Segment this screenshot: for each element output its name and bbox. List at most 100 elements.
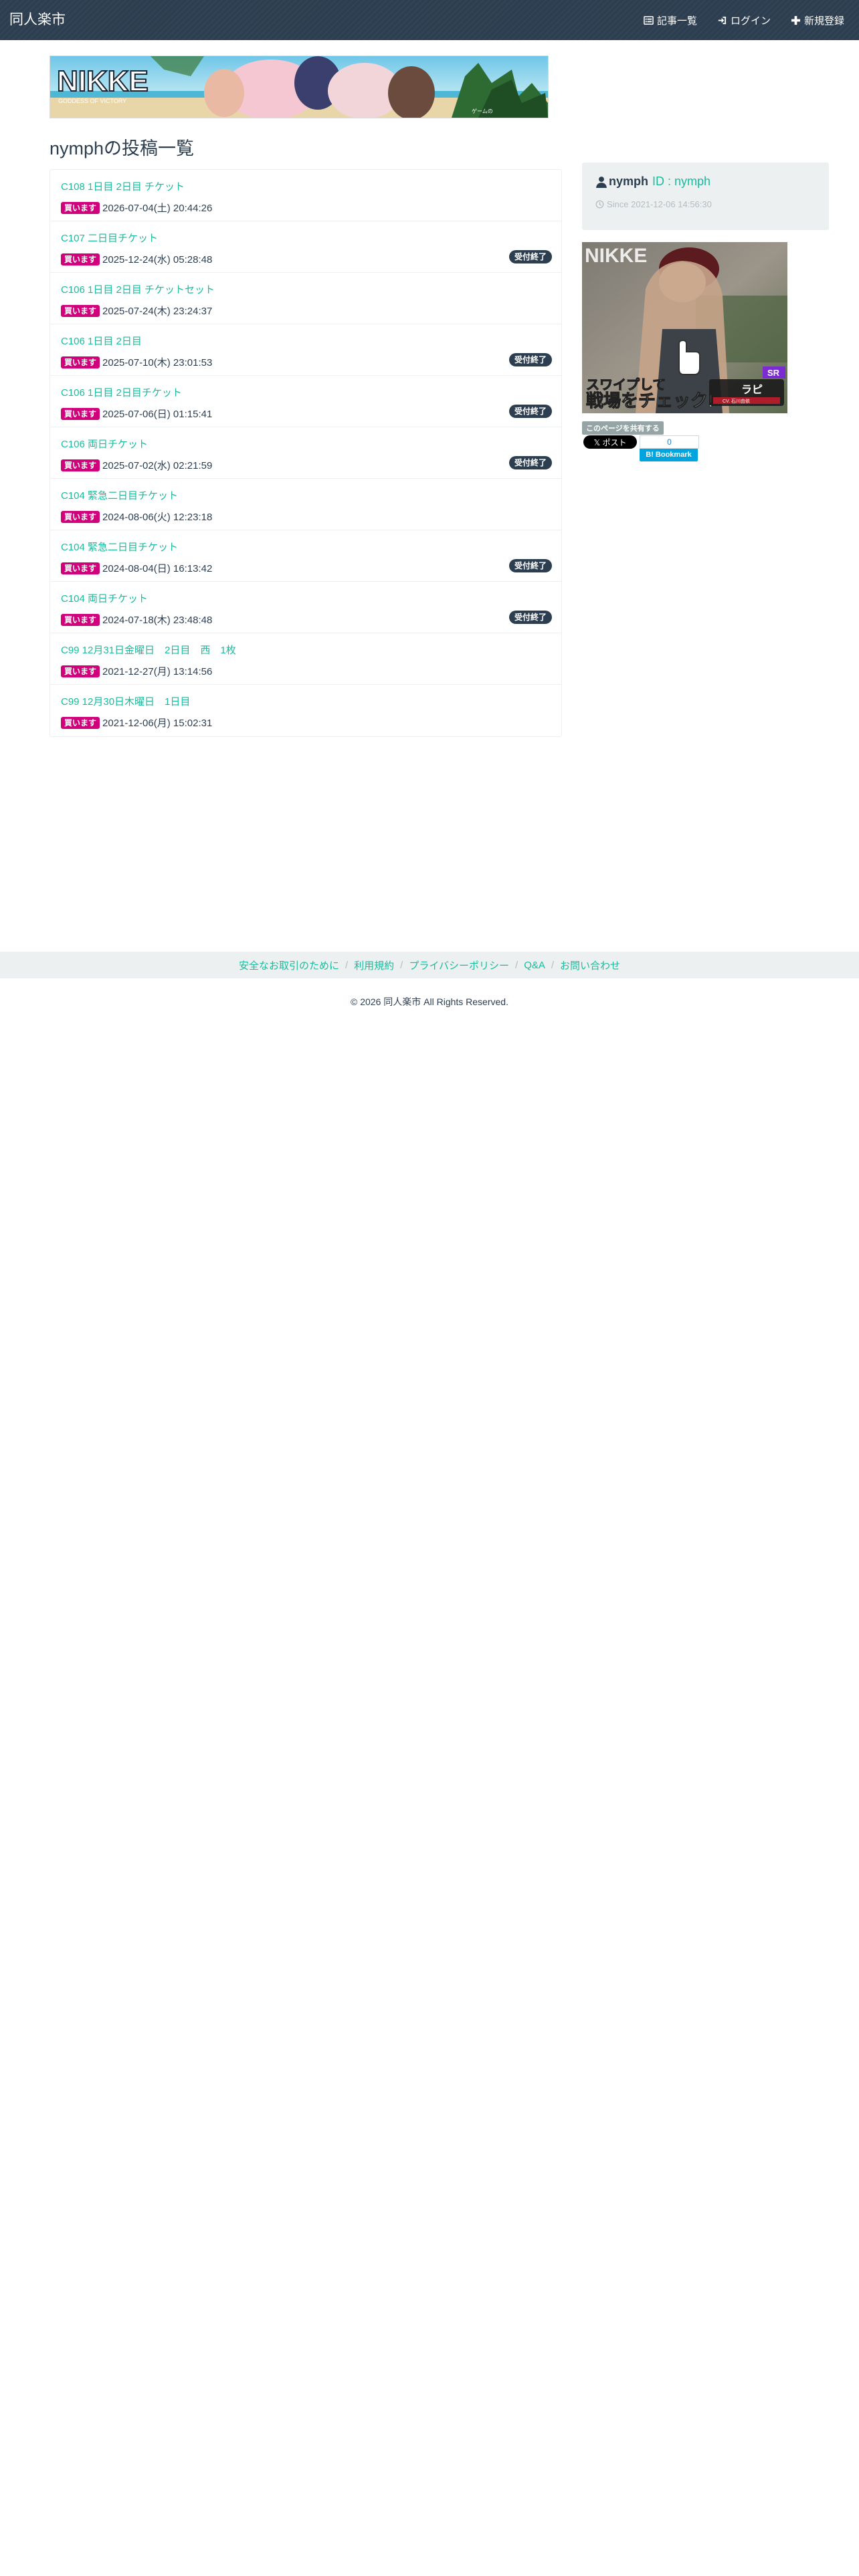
nav-item-article-list[interactable]: 記事一覧	[644, 13, 697, 27]
nav-item-label: ログイン	[730, 15, 771, 27]
post-meta: 買います 2026-07-04(土) 20:44:26	[61, 201, 212, 215]
buy-badge: 買います	[61, 613, 100, 626]
post-meta: 買います 2024-08-06(火) 12:23:18	[61, 510, 212, 524]
post-date: 2025-07-02(水) 02:21:59	[102, 460, 213, 471]
post-list-item: C107 二日目チケット 買います 2025-12-24(水) 05:28:48 …	[50, 221, 561, 273]
banner-caption: ゲームの	[472, 108, 493, 114]
post-meta: 買います 2021-12-27(月) 13:14:56	[61, 664, 212, 678]
profile-user-id: ID : nymph	[652, 175, 711, 188]
nikke-logo-subtitle: GODDESS OF VICTORY	[58, 98, 126, 104]
nav-item-login[interactable]: ログイン	[717, 13, 771, 27]
navbar: 同人楽市 記事一覧 ログイン 新規登録	[0, 0, 859, 40]
post-list: C108 1日目 2日目 チケット 買います 2026-07-04(土) 20:4…	[50, 169, 562, 737]
nav-item-register[interactable]: 新規登録	[791, 13, 844, 27]
buy-badge: 買います	[61, 407, 100, 420]
post-title-link[interactable]: C104 緊急二日目チケット	[61, 540, 178, 554]
closed-status-badge: 受付終了	[508, 611, 552, 624]
user-profile-card: nymph ID : nymph Since 2021-12-06 14:56:…	[582, 163, 829, 230]
nikke-banner-ad[interactable]: NIKKE GODDESS OF VICTORY ゲームの	[50, 56, 549, 118]
ad-character-cv: CV. 石川由依	[723, 398, 750, 404]
nikke-sidebar-ad[interactable]: NIKKE スワイプして 戦場をチェック! ラピ CV. 石川由依 SR	[582, 242, 787, 413]
post-list-item: C99 12月31日金曜日 2日目 西 1枚 買います 2021-12-27(月)…	[50, 633, 561, 685]
footer-links: 安全なお取引のために / 利用規約 / プライバシーポリシー / Q&A / お…	[0, 952, 859, 978]
post-date: 2025-07-24(木) 23:24:37	[102, 306, 213, 317]
nav-item-label: 記事一覧	[656, 15, 697, 27]
nav-item-label: 新規登録	[803, 15, 844, 27]
closed-status-badge: 受付終了	[508, 353, 552, 366]
closed-status-badge: 受付終了	[508, 405, 552, 418]
buy-badge: 買います	[61, 201, 100, 214]
buy-badge: 買います	[61, 562, 100, 574]
sidebar-ad-artwork: NIKKE スワイプして 戦場をチェック! ラピ CV. 石川由依 SR	[582, 242, 787, 413]
post-list-item: C99 12月30日木曜日 1日目 買います 2021-12-06(月) 15:0…	[50, 685, 561, 736]
post-list-item: C104 緊急二日目チケット 買います 2024-08-04(日) 16:13:4…	[50, 530, 561, 582]
banner-artwork: NIKKE GODDESS OF VICTORY ゲームの	[50, 56, 548, 118]
buy-badge: 買います	[61, 253, 100, 265]
post-date: 2024-07-18(木) 23:48:48	[102, 615, 213, 626]
post-list-item: C104 両日チケット 買います 2024-07-18(木) 23:48:48 受…	[50, 582, 561, 633]
share-label: このページを共有する	[582, 421, 664, 435]
post-date: 2025-07-06(日) 01:15:41	[102, 409, 213, 420]
post-list-item: C106 1日目 2日目 チケットセット 買います 2025-07-24(木) 2…	[50, 273, 561, 324]
post-list-item: C104 緊急二日目チケット 買います 2024-08-06(火) 12:23:1…	[50, 479, 561, 530]
post-meta: 買います 2024-07-18(木) 23:48:48	[61, 613, 212, 627]
closed-status-badge: 受付終了	[508, 559, 552, 572]
nikke-logo-text: NIKKE	[57, 65, 149, 98]
post-date: 2021-12-27(月) 13:14:56	[102, 666, 213, 677]
ad-logo-text: NIKKE	[585, 245, 647, 267]
buy-badge: 買います	[61, 304, 100, 317]
post-meta: 買います 2025-07-02(水) 02:21:59	[61, 458, 212, 472]
post-title-link[interactable]: C106 1日目 2日目チケット	[61, 385, 182, 399]
post-title-link[interactable]: C104 両日チケット	[61, 591, 148, 605]
post-meta: 買います 2025-07-24(木) 23:24:37	[61, 304, 212, 318]
site-brand-link[interactable]: 同人楽市	[9, 0, 66, 40]
footer-link-contact[interactable]: お問い合わせ	[560, 958, 620, 972]
closed-status-badge: 受付終了	[508, 250, 552, 263]
footer-separator: /	[515, 959, 518, 971]
post-date: 2025-07-10(木) 23:01:53	[102, 357, 213, 368]
footer-link-safe-trading[interactable]: 安全なお取引のために	[239, 958, 339, 972]
post-meta: 買います 2025-07-10(木) 23:01:53	[61, 355, 212, 369]
closed-status-badge: 受付終了	[508, 456, 552, 469]
post-meta: 買います 2025-12-24(水) 05:28:48	[61, 252, 212, 266]
buy-badge: 買います	[61, 459, 100, 471]
buy-badge: 買います	[61, 356, 100, 368]
profile-since-date: Since 2021-12-06 14:56:30	[607, 199, 712, 209]
post-list-item: C108 1日目 2日目 チケット 買います 2026-07-04(土) 20:4…	[50, 170, 561, 221]
profile-username: nymph	[609, 175, 649, 188]
post-title-link[interactable]: C106 両日チケット	[61, 437, 148, 451]
post-title-link[interactable]: C99 12月30日木曜日 1日目	[61, 694, 190, 708]
hatena-bookmark-button[interactable]: B! Bookmark	[640, 449, 698, 461]
post-title-link[interactable]: C106 1日目 2日目	[61, 334, 142, 348]
ad-character-name: ラピ	[741, 384, 763, 396]
post-title-link[interactable]: C99 12月31日金曜日 2日目 西 1枚	[61, 643, 236, 657]
post-date: 2024-08-06(火) 12:23:18	[102, 512, 213, 523]
buy-badge: 買います	[61, 665, 100, 677]
plus-icon	[791, 15, 801, 25]
post-meta: 買います 2025-07-06(日) 01:15:41	[61, 407, 212, 421]
profile-name-row: nymph ID : nymph	[595, 175, 816, 189]
post-date: 2025-12-24(水) 05:28:48	[102, 254, 213, 265]
post-list-item: C106 1日目 2日目 買います 2025-07-10(木) 23:01:53 …	[50, 324, 561, 376]
footer-link-terms[interactable]: 利用規約	[354, 958, 394, 972]
footer-link-faq[interactable]: Q&A	[524, 960, 545, 971]
footer-separator: /	[345, 959, 349, 971]
post-list-item: C106 1日目 2日目チケット 買います 2025-07-06(日) 01:15…	[50, 376, 561, 427]
footer-link-privacy[interactable]: プライバシーポリシー	[409, 958, 509, 972]
post-date: 2024-08-04(日) 16:13:42	[102, 563, 213, 574]
nav-links: 記事一覧 ログイン 新規登録	[624, 0, 844, 40]
buy-badge: 買います	[61, 510, 100, 523]
post-list-item: C106 両日チケット 買います 2025-07-02(水) 02:21:59 受…	[50, 427, 561, 479]
profile-since-row: Since 2021-12-06 14:56:30	[595, 199, 816, 209]
login-icon	[718, 16, 727, 24]
post-title-link[interactable]: C107 二日目チケット	[61, 231, 158, 245]
hatena-bookmark-count: 0	[640, 435, 699, 449]
ad-rarity-tag: SR	[767, 368, 780, 378]
post-meta: 買います 2024-08-04(日) 16:13:42	[61, 561, 212, 575]
footer-separator: /	[551, 959, 555, 971]
buy-badge: 買います	[61, 716, 100, 729]
post-title-link[interactable]: C106 1日目 2日目 チケットセット	[61, 282, 215, 296]
post-title-link[interactable]: C104 緊急二日目チケット	[61, 488, 178, 502]
x-post-button[interactable]: 𝕏 ポスト	[583, 435, 637, 449]
post-title-link[interactable]: C108 1日目 2日目 チケット	[61, 179, 185, 193]
